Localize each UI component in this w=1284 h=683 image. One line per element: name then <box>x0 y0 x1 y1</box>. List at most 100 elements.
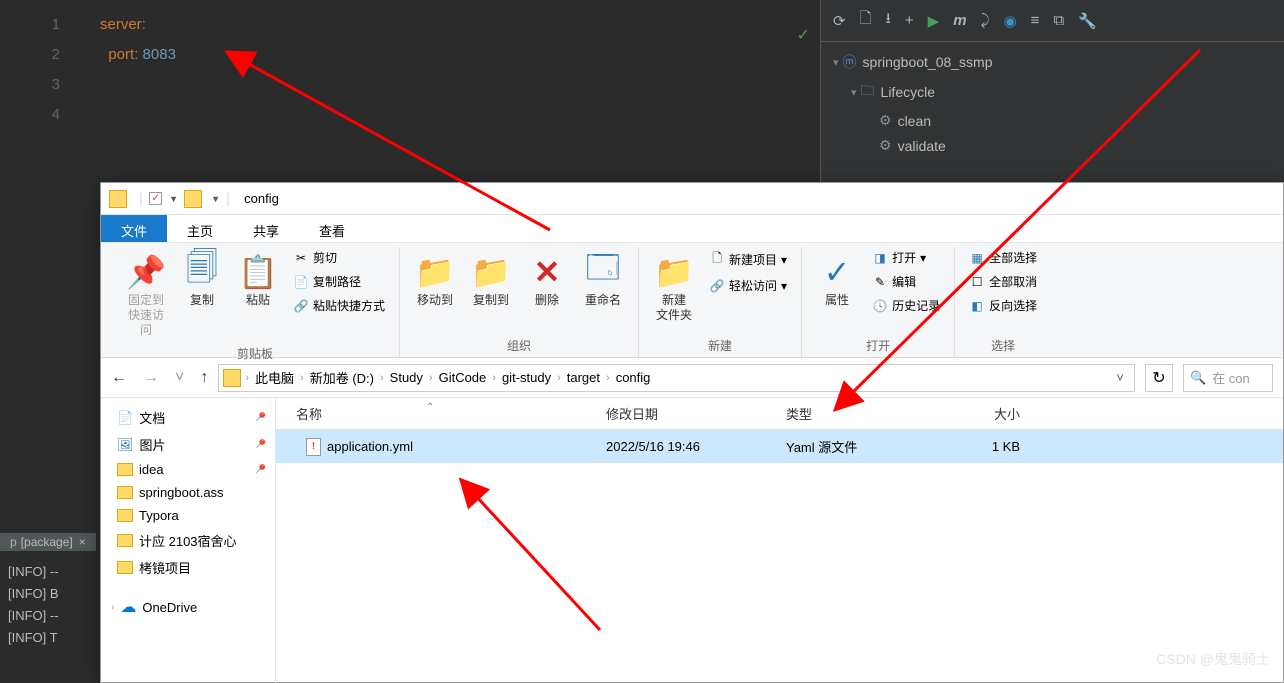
search-input[interactable]: 🔍 在 con <box>1183 364 1273 392</box>
breadcrumb-item[interactable]: config <box>610 370 657 385</box>
folder-icon <box>223 369 241 387</box>
properties-button[interactable]: ✓ 属性 <box>812 247 862 312</box>
pin-button[interactable]: 📌 固定到快速访问 <box>121 247 171 342</box>
sidebar-onedrive[interactable]: ›☁OneDrive <box>101 593 275 621</box>
newitem-button[interactable]: 🗋新建项目 ▾ <box>705 247 791 272</box>
newfolder-button[interactable]: 📁 新建文件夹 <box>649 247 699 327</box>
play-icon[interactable]: ▶ <box>928 12 940 30</box>
invert-icon: ◧ <box>969 299 985 313</box>
column-date[interactable]: 修改日期 <box>606 404 786 423</box>
tab-home[interactable]: 主页 <box>167 215 233 242</box>
pin-icon: 📍 <box>251 460 270 479</box>
tab-file[interactable]: 文件 <box>101 215 167 242</box>
file-list: 名称⌃ 修改日期 类型 大小 !application.yml 2022/5/1… <box>276 398 1283 683</box>
moveto-button[interactable]: 📁 移动到 <box>410 247 460 312</box>
copypath-button[interactable]: 📄复制路径 <box>289 271 389 292</box>
open-button[interactable]: ◨打开 ▾ <box>868 247 944 268</box>
sidebar-room[interactable]: 计应 2103宿舍心 <box>101 527 275 554</box>
sidebar-typora[interactable]: Typora <box>101 504 275 527</box>
copy-button[interactable]: 🗐 复制 <box>177 247 227 312</box>
recent-button[interactable]: ˅ <box>175 369 184 387</box>
paste-button[interactable]: 📋 粘贴 <box>233 247 283 312</box>
skip-icon[interactable]: ⤸ <box>981 12 990 29</box>
pin-icon: 📍 <box>251 408 270 427</box>
maven-module-icon: ⓜ <box>843 52 857 72</box>
plus-icon[interactable]: + <box>905 12 914 29</box>
generate-icon[interactable]: 🗋 <box>860 8 872 33</box>
sidebar-project[interactable]: 栲镜项目 <box>101 554 275 581</box>
ribbon-tabs: 文件 主页 共享 查看 <box>101 215 1283 243</box>
maven-project-node[interactable]: ▾ ⓜ springboot_08_ssmp <box>821 48 1284 76</box>
maven-goal-validate[interactable]: ⚙ validate <box>821 133 1284 158</box>
copyto-button[interactable]: 📁 复制到 <box>466 247 516 312</box>
column-type[interactable]: 类型 <box>786 404 936 423</box>
cut-button[interactable]: ✂剪切 <box>289 247 389 268</box>
breadcrumb-item[interactable]: 新加卷 (D:) <box>304 368 380 387</box>
maven-panel: ⟳ 🗋 ⭳ + ▶ m ⤸ ◉ ≡ ⧉ 🔧 ▾ ⓜ springboot_08_… <box>820 0 1284 190</box>
rename-button[interactable]: 🗔 重命名 <box>578 247 628 312</box>
invertsel-button[interactable]: ◧反向选择 <box>965 295 1041 316</box>
chevron-down-icon[interactable]: ▼ <box>169 194 178 204</box>
sidebar-pictures[interactable]: 🖼图片📍 <box>101 431 275 458</box>
column-size[interactable]: 大小 <box>936 404 1036 423</box>
settings-icon[interactable]: 🔧 <box>1078 12 1097 30</box>
refresh-button[interactable]: ↻ <box>1145 364 1173 392</box>
download-icon[interactable]: ⭳ <box>886 8 891 33</box>
breadcrumb-item[interactable]: git-study <box>496 370 557 385</box>
copypath-icon: 📄 <box>293 275 309 289</box>
folder-icon <box>184 190 202 208</box>
sidebar-springboot[interactable]: springboot.ass <box>101 481 275 504</box>
breadcrumb-item[interactable]: target <box>561 370 606 385</box>
back-button[interactable]: ← <box>111 369 127 387</box>
expand-icon[interactable]: ⧉ <box>1053 12 1064 29</box>
sidebar-idea[interactable]: idea📍 <box>101 458 275 481</box>
collapse-icon[interactable]: ≡ <box>1031 12 1040 29</box>
breadcrumb[interactable]: › 此电脑› 新加卷 (D:)› Study› GitCode› git-stu… <box>218 364 1135 392</box>
titlebar: | ✓ ▼ ▼ | config <box>101 183 1283 215</box>
folder-icon <box>117 534 133 547</box>
up-button[interactable]: ↑ <box>200 369 208 387</box>
easyaccess-button[interactable]: 🔗轻松访问 ▾ <box>705 275 791 296</box>
onedrive-icon: ☁ <box>120 597 136 617</box>
column-name[interactable]: 名称⌃ <box>276 404 606 423</box>
chevron-down-icon: ▾ <box>833 56 839 69</box>
tab-share[interactable]: 共享 <box>233 215 299 242</box>
terminal-tab[interactable]: p[package] <box>0 533 96 551</box>
code-editor[interactable]: 1 2 3 4 server: port: 8083 ✓ <box>0 0 820 190</box>
breadcrumb-item[interactable]: GitCode <box>433 370 493 385</box>
tab-view[interactable]: 查看 <box>299 215 365 242</box>
history-button[interactable]: 🕓历史记录 <box>868 295 944 316</box>
chevron-down-icon[interactable]: ▼ <box>211 194 220 204</box>
folder-icon <box>117 486 133 499</box>
sidebar-documents[interactable]: 📄文档📍 <box>101 404 275 431</box>
edit-button[interactable]: ✎编辑 <box>868 271 944 292</box>
breadcrumb-item[interactable]: Study <box>384 370 429 385</box>
copy-icon: 🗐 <box>186 251 218 293</box>
maven-goal-clean[interactable]: ⚙ clean <box>821 108 1284 133</box>
yaml-file-icon: ! <box>306 438 321 456</box>
quickaccess-check[interactable]: ✓ <box>149 192 162 205</box>
selectall-button[interactable]: ▦全部选择 <box>965 247 1041 268</box>
search-icon: 🔍 <box>1190 370 1206 386</box>
editor-text[interactable]: server: port: 8083 <box>0 0 820 70</box>
offline-icon[interactable]: ◉ <box>1004 12 1017 30</box>
window-title: config <box>244 191 279 206</box>
delete-button[interactable]: ✕ 删除 <box>522 247 572 312</box>
folder-icon <box>117 561 133 574</box>
deselectall-button[interactable]: ☐全部取消 <box>965 271 1041 292</box>
address-bar: ← → ˅ ↑ › 此电脑› 新加卷 (D:)› Study› GitCode›… <box>101 358 1283 398</box>
ribbon: 📌 固定到快速访问 🗐 复制 📋 粘贴 ✂剪切 📄复制路径 🔗粘贴快捷方式 剪 <box>101 243 1283 358</box>
terminal-line: [INFO] B <box>0 583 100 605</box>
maven-m-icon[interactable]: m <box>953 12 966 29</box>
properties-icon: ✓ <box>824 251 851 293</box>
paste-icon: 📋 <box>238 251 278 293</box>
moveto-icon: 📁 <box>415 251 455 293</box>
pasteshortcut-button[interactable]: 🔗粘贴快捷方式 <box>289 295 389 316</box>
forward-button[interactable]: → <box>143 369 159 387</box>
breadcrumb-item[interactable]: 此电脑 <box>249 368 300 387</box>
file-row[interactable]: !application.yml 2022/5/16 19:46 Yaml 源文… <box>276 430 1283 463</box>
delete-icon: ✕ <box>534 251 561 293</box>
maven-lifecycle-node[interactable]: ▾ 🗀 Lifecycle <box>821 76 1284 108</box>
refresh-icon[interactable]: ⟳ <box>833 12 846 30</box>
chevron-down-icon[interactable]: ˅ <box>1110 370 1130 385</box>
